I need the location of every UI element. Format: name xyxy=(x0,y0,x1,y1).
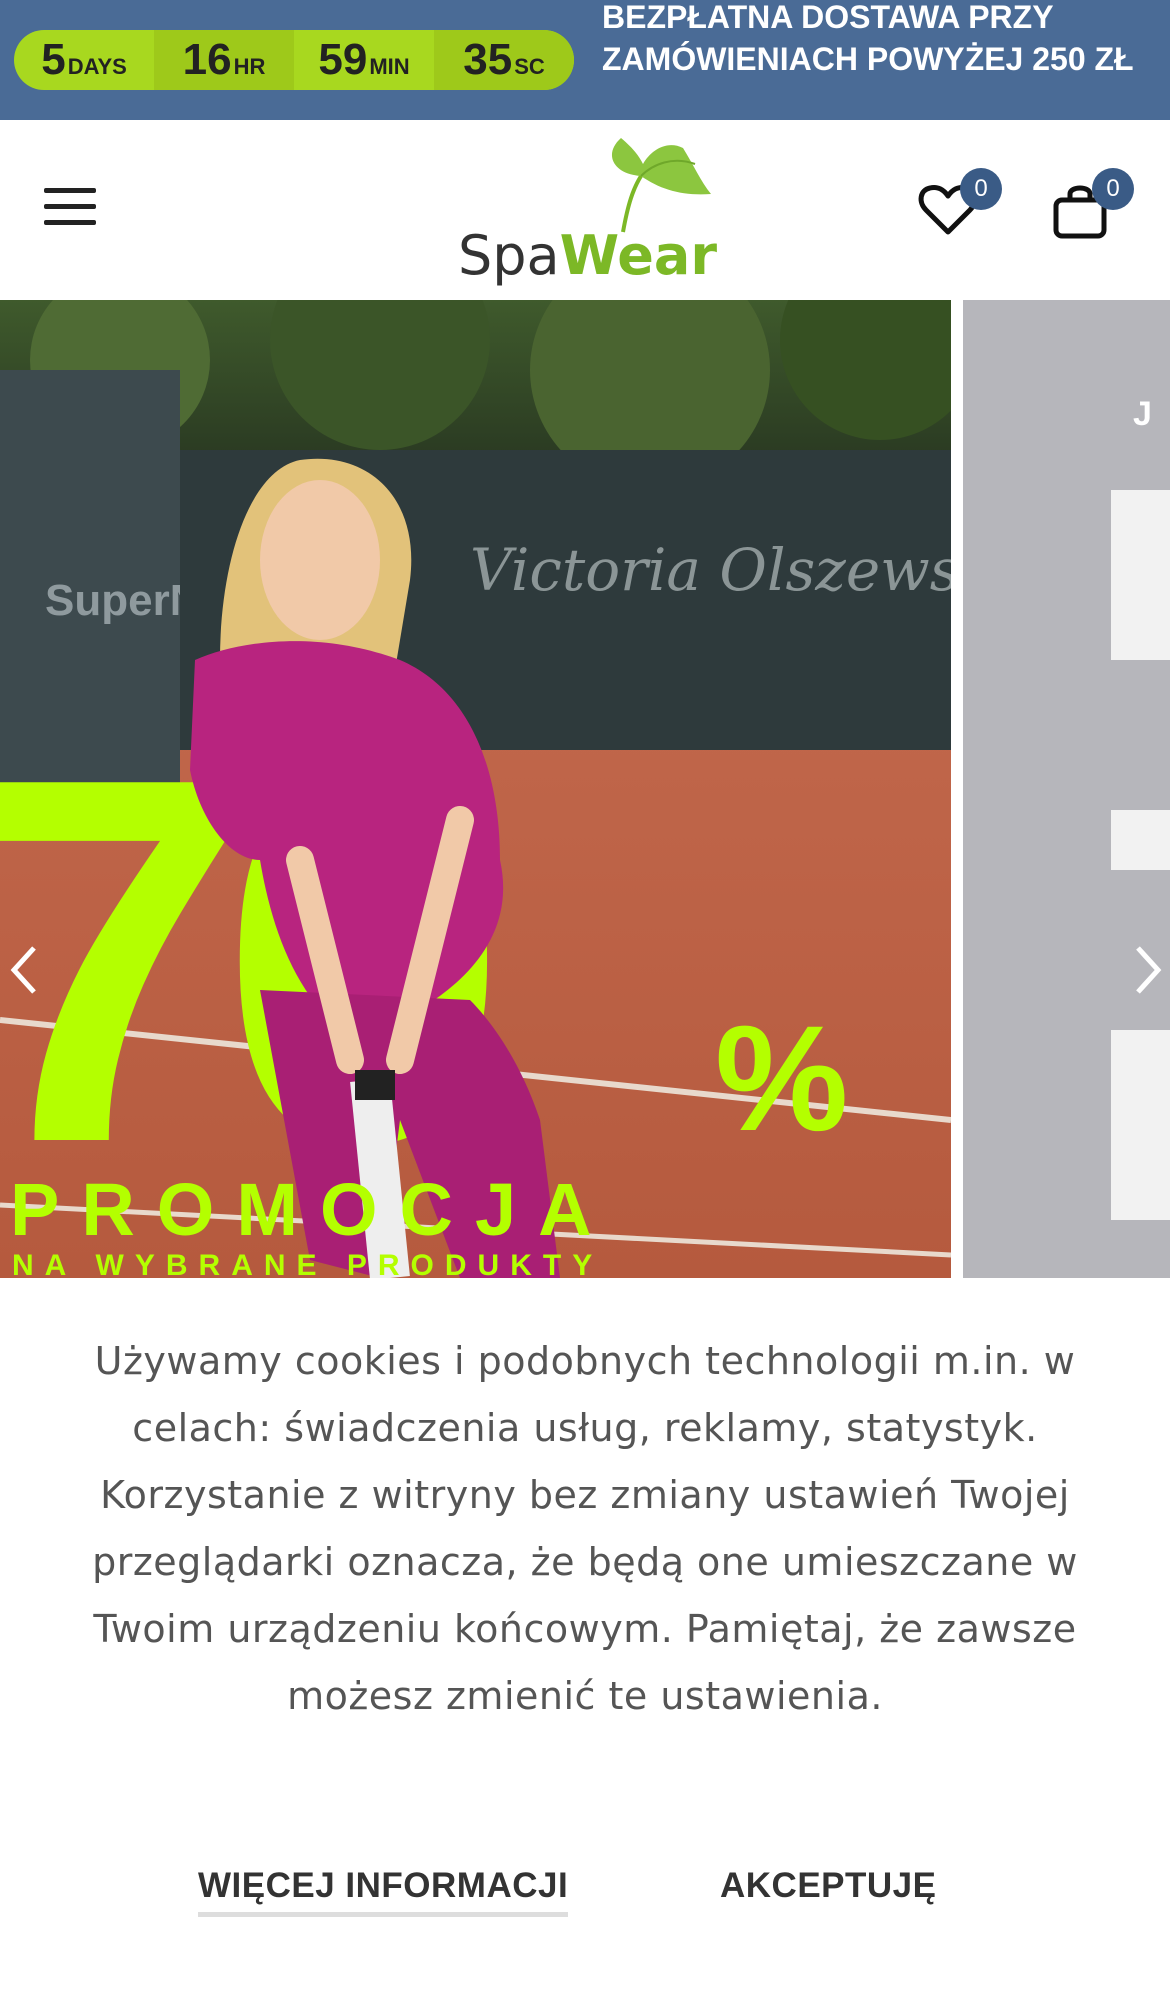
menu-icon[interactable] xyxy=(44,188,96,228)
countdown-hours-unit: HR xyxy=(233,54,266,79)
free-shipping-notice: BEZPŁATNA DOSTAWA PRZY ZAMÓWIENIACH POWY… xyxy=(602,0,1134,77)
cart-button[interactable]: 0 xyxy=(1050,168,1134,240)
countdown-timer: 5 DAYS 16 HR 59 MIN 35 SC xyxy=(14,30,574,90)
countdown-minutes-value: 59 xyxy=(318,35,368,84)
countdown-minutes: 59 MIN xyxy=(294,30,434,90)
team-banner-text: Victoria Olszewska TEAM xyxy=(470,536,951,604)
countdown-days-unit: DAYS xyxy=(67,54,127,79)
cart-count-badge: 0 xyxy=(1092,168,1134,210)
wishlist-count-badge: 0 xyxy=(960,168,1002,210)
hero-slider[interactable]: SuperNet Victoria Olszewska TEAM 70 % PR… xyxy=(0,300,1170,1278)
logo-wordmark: SpaWear xyxy=(458,226,717,286)
next-slide-letter: J xyxy=(1133,395,1152,433)
slider-prev-arrow-icon[interactable] xyxy=(4,940,44,1000)
wishlist-button[interactable]: 0 xyxy=(918,168,1002,240)
logo-wear-text: Wear xyxy=(559,224,717,287)
next-slide-preview[interactable]: J xyxy=(963,300,1170,1278)
countdown-days-value: 5 xyxy=(41,35,66,84)
promo-top-bar: 5 DAYS 16 HR 59 MIN 35 SC BEZPŁATNA DOST… xyxy=(0,0,1170,120)
site-header: SpaWear 0 0 xyxy=(0,120,1170,300)
percent-sign: % xyxy=(715,994,848,1162)
promo-title: PROMOCJA xyxy=(10,1168,614,1251)
spawear-logo[interactable]: SpaWear xyxy=(458,134,718,294)
countdown-hours: 16 HR xyxy=(154,30,294,90)
countdown-hours-value: 16 xyxy=(182,35,232,84)
ginkgo-leaf-icon xyxy=(611,138,711,233)
promo-subtitle: NA WYBRANE PRODUKTY xyxy=(12,1249,603,1278)
countdown-minutes-unit: MIN xyxy=(369,54,410,79)
cookie-consent-panel: Używamy cookies i podobnych technologii … xyxy=(0,1278,1170,1992)
accept-cookies-button[interactable]: AKCEPTUJĘ xyxy=(720,1866,936,1906)
logo-spa-text: Spa xyxy=(458,224,560,287)
countdown-seconds: 35 SC xyxy=(434,30,574,90)
countdown-days: 5 DAYS xyxy=(14,30,154,90)
countdown-seconds-value: 35 xyxy=(463,35,513,84)
slider-next-arrow-icon[interactable] xyxy=(1128,940,1168,1000)
countdown-seconds-unit: SC xyxy=(514,54,545,79)
cookie-notice-text: Używamy cookies i podobnych technologii … xyxy=(92,1339,1078,1718)
more-info-button[interactable]: WIĘCEJ INFORMACJI xyxy=(198,1866,569,1917)
promo-banner-slide[interactable]: SuperNet Victoria Olszewska TEAM 70 % PR… xyxy=(0,300,951,1278)
